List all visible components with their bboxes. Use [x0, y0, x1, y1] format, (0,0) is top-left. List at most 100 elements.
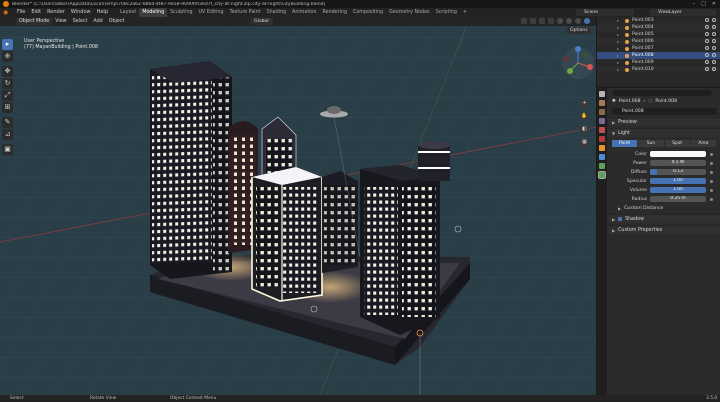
tab-geometry-nodes[interactable]: Geometry Nodes: [386, 8, 432, 17]
expand-arrow-icon[interactable]: ▸: [617, 67, 619, 72]
light-data-tab-icon[interactable]: [598, 171, 606, 179]
pan-view-icon[interactable]: ✋: [580, 112, 589, 121]
select-box-tool-icon[interactable]: ▸: [2, 39, 13, 50]
blender-menu-icon[interactable]: ◉: [3, 9, 11, 16]
add-cube-tool-icon[interactable]: ▣: [2, 144, 13, 155]
light-type-point-button[interactable]: Point: [612, 140, 639, 147]
tool-tab-icon[interactable]: [599, 91, 605, 97]
visibility-icon[interactable]: [521, 18, 527, 24]
wireframe-shading-icon[interactable]: [557, 18, 563, 24]
tab-compositing[interactable]: Compositing: [350, 8, 386, 17]
move-tool-icon[interactable]: ✥: [2, 66, 13, 77]
overlay-icon[interactable]: [539, 18, 545, 24]
visibility-eye-icon[interactable]: [705, 18, 709, 22]
outliner-item[interactable]: ▸ Point.010: [597, 66, 720, 73]
minimize-icon[interactable]: –: [693, 1, 696, 7]
tab-sculpting[interactable]: Sculpting: [167, 8, 195, 17]
render-camera-icon[interactable]: [712, 67, 716, 71]
xray-icon[interactable]: [548, 18, 554, 24]
keyframe-dot-icon[interactable]: [710, 188, 713, 192]
measure-tool-icon[interactable]: ⊿: [2, 129, 13, 140]
constraints-tab-icon[interactable]: [599, 163, 605, 169]
visibility-eye-icon[interactable]: [705, 46, 709, 50]
world-tab-icon[interactable]: [599, 136, 605, 142]
light-type-sun-button[interactable]: Sun: [638, 140, 665, 147]
maximize-icon[interactable]: □: [701, 1, 706, 7]
expand-arrow-icon[interactable]: ▸: [617, 25, 619, 30]
light-type-area-button[interactable]: Area: [690, 140, 717, 147]
render-camera-icon[interactable]: [712, 39, 716, 43]
keyframe-dot-icon[interactable]: [710, 197, 713, 201]
outliner-item[interactable]: ▸ Point.003: [597, 17, 720, 24]
3d-viewport[interactable]: Object Mode View Select Add Object Global ▸…: [0, 17, 596, 395]
physics-tab-icon[interactable]: [599, 154, 605, 160]
transform-orientation-dropdown[interactable]: Global: [250, 18, 273, 25]
solid-shading-icon[interactable]: [566, 18, 572, 24]
light-type-spot-button[interactable]: Spot: [664, 140, 691, 147]
zoom-view-icon[interactable]: +: [580, 99, 589, 108]
keyframe-dot-icon[interactable]: [710, 179, 713, 183]
render-camera-icon[interactable]: [712, 53, 716, 57]
tab-rendering[interactable]: Rendering: [320, 8, 351, 17]
render-camera-icon[interactable]: [712, 32, 716, 36]
object-tab-icon[interactable]: [599, 145, 605, 151]
keyframe-dot-icon[interactable]: [710, 170, 713, 174]
viewport-menu-select[interactable]: Select: [70, 19, 91, 24]
render-camera-icon[interactable]: [712, 60, 716, 64]
render-camera-icon[interactable]: [712, 25, 716, 29]
annotate-tool-icon[interactable]: ✎: [2, 117, 13, 128]
menu-edit[interactable]: Edit: [28, 8, 44, 17]
scene-tab-icon[interactable]: [599, 127, 605, 133]
outliner-item[interactable]: ▸ Point.004: [597, 24, 720, 31]
render-camera-icon[interactable]: [712, 46, 716, 50]
tab-shading[interactable]: Shading: [264, 8, 290, 17]
cursor-tool-icon[interactable]: ⊕: [2, 51, 13, 62]
light-data-name-field[interactable]: Point.008: [612, 108, 717, 115]
property-diffuse-field[interactable]: 0.13: [650, 169, 706, 175]
viewport-menu-add[interactable]: Add: [90, 19, 105, 24]
expand-arrow-icon[interactable]: ▸: [617, 60, 619, 65]
output-tab-icon[interactable]: [599, 109, 605, 115]
menu-file[interactable]: File: [14, 8, 28, 17]
tab-uv-editing[interactable]: UV Editing: [196, 8, 227, 17]
close-icon[interactable]: ✕: [712, 1, 716, 7]
custom-properties-panel-header[interactable]: ▶ Custom Properties: [608, 225, 720, 234]
property-specular-field[interactable]: 1.00: [650, 178, 706, 184]
keyframe-dot-icon[interactable]: [710, 152, 713, 156]
visibility-eye-icon[interactable]: [705, 67, 709, 71]
render-tab-icon[interactable]: [599, 100, 605, 106]
transform-tool-icon[interactable]: ⊞: [2, 102, 13, 113]
outliner-item[interactable]: ▸ Point.006: [597, 38, 720, 45]
light-panel-header[interactable]: ▼ Light: [608, 128, 720, 137]
property-color-field[interactable]: [650, 151, 706, 157]
property-volume-field[interactable]: 1.00: [650, 187, 706, 193]
expand-arrow-icon[interactable]: ▸: [617, 53, 619, 58]
view-layer-tab-icon[interactable]: [599, 118, 605, 124]
custom-distance-panel[interactable]: ▶ Custom Distance: [608, 204, 720, 212]
perspective-toggle-icon[interactable]: ▦: [580, 138, 589, 147]
tab-texture-paint[interactable]: Texture Paint: [227, 8, 264, 17]
options-dropdown[interactable]: Options: [567, 27, 591, 34]
visibility-eye-icon[interactable]: [705, 32, 709, 36]
expand-arrow-icon[interactable]: ▸: [617, 39, 619, 44]
rotate-tool-icon[interactable]: ↻: [2, 78, 13, 89]
visibility-eye-icon[interactable]: [705, 39, 709, 43]
expand-arrow-icon[interactable]: ▸: [617, 32, 619, 37]
properties-search-input[interactable]: [612, 89, 712, 96]
visibility-eye-icon[interactable]: [705, 25, 709, 29]
camera-view-icon[interactable]: ◧: [580, 125, 589, 134]
outliner-item[interactable]: ▸ Point.008: [597, 52, 720, 59]
keyframe-dot-icon[interactable]: [710, 161, 713, 165]
shadow-checkbox[interactable]: [618, 217, 623, 221]
scale-tool-icon[interactable]: ⤢: [2, 90, 13, 101]
add-workspace-button[interactable]: +: [460, 8, 470, 17]
gizmo-icon[interactable]: [530, 18, 536, 24]
expand-arrow-icon[interactable]: ▸: [617, 46, 619, 51]
property-power-field[interactable]: 4.5 W: [650, 160, 706, 166]
menu-render[interactable]: Render: [44, 8, 68, 17]
rendered-shading-icon[interactable]: [584, 18, 590, 24]
scene-selector[interactable]: Scene: [576, 9, 634, 16]
menu-window[interactable]: Window: [68, 8, 94, 17]
tab-animation[interactable]: Animation: [289, 8, 319, 17]
navigation-gizmo[interactable]: [560, 45, 596, 81]
